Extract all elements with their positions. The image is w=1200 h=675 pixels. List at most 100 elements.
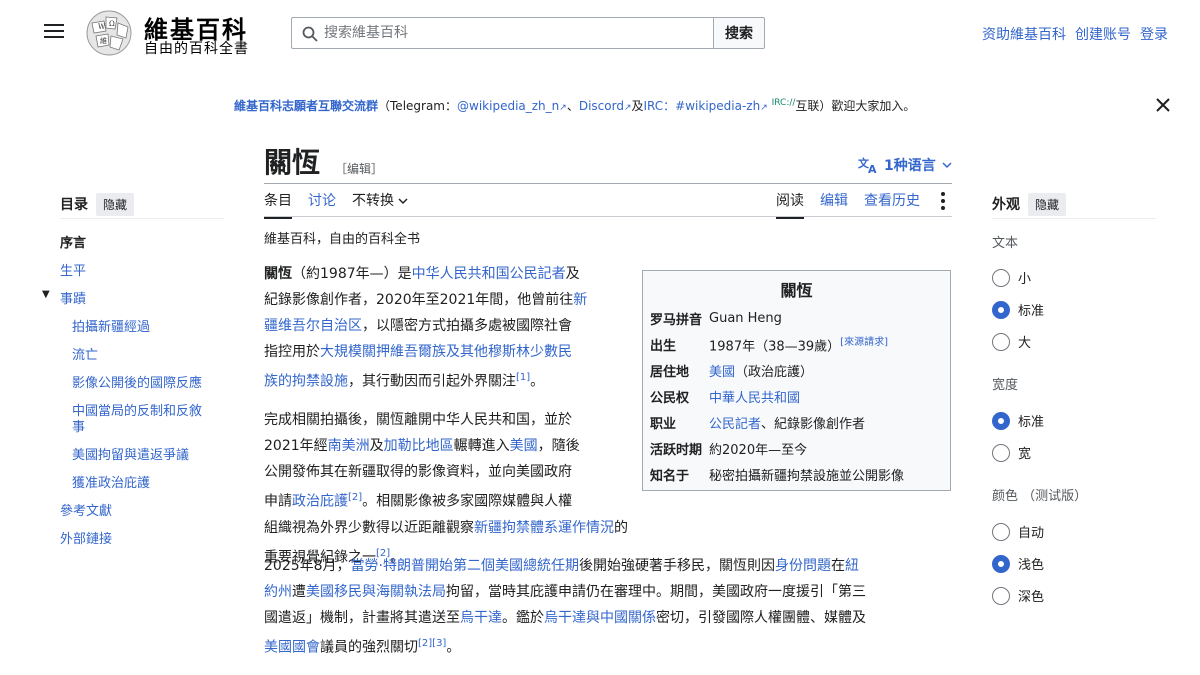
infobox-label: 公民权	[650, 390, 690, 406]
toc-item-filming[interactable]: 拍攝新疆經過	[72, 316, 150, 335]
personal-tools: 资助維基百科 创建账号 登录	[982, 24, 1168, 44]
color-dark-radio[interactable]: 深色	[992, 586, 1044, 605]
infobox-link[interactable]: 中華人民共和國	[709, 391, 800, 406]
article-link[interactable]: 南美洲	[328, 438, 370, 454]
tab-history[interactable]: 查看历史	[864, 190, 920, 219]
login-link[interactable]: 登录	[1140, 24, 1168, 44]
infobox-text: 約2020年—至今	[709, 442, 808, 458]
tab-read[interactable]: 阅读	[776, 190, 804, 219]
toc-item-exile[interactable]: 流亡	[72, 344, 98, 363]
article-link[interactable]: 政治庇護	[292, 494, 348, 510]
irc-label-link[interactable]: IRC：	[644, 99, 676, 113]
article-link[interactable]: 當勞·特朗普開始第二個美國總統任期	[351, 558, 579, 574]
article-link[interactable]: 中华人民共和国公民記者	[412, 266, 566, 282]
more-actions-icon[interactable]	[941, 192, 945, 210]
citation-link[interactable]: [2]	[348, 492, 362, 503]
article-link[interactable]: 新疆拘禁體系運作情況	[474, 520, 614, 536]
article-link[interactable]: 烏干達	[460, 610, 502, 626]
article-link[interactable]: 新	[573, 292, 587, 308]
toc-item-counter-cont[interactable]: 事	[72, 416, 85, 435]
body-text: （約1987年—）是	[292, 266, 412, 282]
article-link[interactable]: 加勒比地區	[384, 438, 454, 454]
paragraph-1: 關恆（約1987年—）是中华人民共和国公民記者及 紀錄影像創作者，2020年至20…	[264, 261, 634, 395]
width-standard-radio[interactable]: 标准	[992, 411, 1044, 430]
infobox-value: 公民記者、紀錄影像創作者	[709, 413, 950, 432]
toc-item-counter[interactable]: 中國當局的反制和反敘	[72, 400, 202, 419]
article-link[interactable]: 族的拘禁設施	[264, 374, 348, 390]
logo-tagline: 自由的百科全書	[144, 41, 249, 57]
radio-circle[interactable]	[992, 586, 1010, 605]
create-account-link[interactable]: 创建账号	[1075, 24, 1131, 44]
donate-link[interactable]: 资助維基百科	[982, 24, 1066, 44]
chevron-down-icon[interactable]: ▼	[42, 289, 50, 300]
radio-circle[interactable]	[992, 332, 1010, 351]
language-button[interactable]: 文A 1种语言	[858, 155, 952, 175]
text-size-large-radio[interactable]: 大	[992, 332, 1031, 351]
toc-hide-button[interactable]: 隐藏	[96, 193, 135, 216]
radio-label: 标准	[1018, 415, 1045, 430]
telegram-link[interactable]: @wikipedia_zh_n	[457, 99, 559, 113]
citation-needed-link[interactable]: [來源請求]	[840, 337, 888, 348]
search-input[interactable]	[324, 18, 704, 48]
infobox-link[interactable]: 美國	[709, 365, 735, 380]
article-link[interactable]: 烏干達與中國關係	[544, 610, 656, 626]
text-size-standard-radio[interactable]: 标准	[992, 300, 1044, 319]
article-link[interactable]: 紐	[845, 558, 859, 574]
radio-circle[interactable]	[992, 443, 1010, 462]
tab-talk[interactable]: 讨论	[308, 190, 336, 219]
color-auto-radio[interactable]: 自动	[992, 522, 1044, 541]
width-wide-radio[interactable]: 宽	[992, 443, 1031, 462]
variant-label: 不转换	[352, 193, 394, 209]
banner-group-link[interactable]: 維基百科志願者互聯交流群	[234, 99, 378, 113]
toc-item-events[interactable]: 事蹟	[60, 288, 86, 307]
radio-circle[interactable]	[992, 522, 1010, 541]
article-link[interactable]: 疆维吾尔自治区	[264, 318, 362, 334]
close-icon[interactable]	[1154, 96, 1172, 114]
radio-circle-selected[interactable]	[992, 411, 1010, 430]
main-menu-button[interactable]	[44, 24, 64, 40]
toc-item-reaction[interactable]: 影像公開後的國際反應	[72, 372, 202, 391]
tab-edit[interactable]: 编辑	[820, 190, 848, 219]
article-link[interactable]: 美國	[510, 438, 538, 454]
discord-link[interactable]: Discord	[579, 99, 624, 113]
appearance-hide-button[interactable]: 隐藏	[1028, 193, 1067, 216]
radio-label: 自动	[1018, 526, 1045, 541]
variant-dropdown[interactable]: 不转换	[352, 190, 408, 219]
infobox-row: 出生 1987年（38—39歲）[來源請求]	[643, 331, 950, 357]
toc-item-life[interactable]: 生平	[60, 260, 86, 279]
search-button[interactable]: 搜索	[713, 17, 765, 49]
body-text: 公開發佈其在新疆取得的影像資料，並向美國政府	[264, 464, 572, 480]
radio-label: 深色	[1018, 590, 1045, 605]
color-light-radio[interactable]: 浅色	[992, 554, 1044, 573]
tab-article[interactable]: 条目	[264, 190, 292, 219]
search-field[interactable]	[291, 17, 714, 49]
infobox-text: 1987年（38—39歲）	[709, 339, 841, 355]
radio-circle-selected[interactable]	[992, 300, 1010, 319]
article-link[interactable]: 美國移民與海關執法局	[306, 584, 446, 600]
body-text: 組織視為外界少數得以近距離觀察	[264, 519, 474, 536]
translate-icon: 文A	[858, 156, 877, 174]
toc-item-references[interactable]: 參考文獻	[60, 500, 112, 519]
text-size-small-radio[interactable]: 小	[992, 268, 1031, 287]
article-link[interactable]: 身份問題	[775, 558, 831, 574]
radio-circle[interactable]	[992, 268, 1010, 287]
infobox-value: 1987年（38—39歲）[來源請求]	[709, 333, 950, 354]
edit-title-link[interactable]: ［编辑］	[335, 160, 383, 177]
citation-link[interactable]: [1]	[516, 372, 530, 383]
wikipedia-globe-icon[interactable]: W Ω 維	[84, 9, 134, 57]
body-text: 議員的強烈關切	[320, 639, 418, 656]
irc-channel-link[interactable]: #wikipedia-zh	[675, 99, 760, 113]
toc-item-external-links[interactable]: 外部鏈接	[60, 528, 112, 547]
citation-link[interactable]: [2][3]	[418, 638, 446, 649]
toc-item-detention[interactable]: 美國拘留與遣返爭議	[72, 444, 189, 463]
article-link[interactable]: 大規模關押維吾爾族及其他穆斯林少數民	[320, 344, 572, 360]
toc-item-intro[interactable]: 序言	[60, 232, 86, 251]
toc-item-asylum[interactable]: 獲准政治庇護	[72, 472, 150, 491]
article-link[interactable]: 約州	[264, 584, 292, 600]
banner-sep: 、	[566, 99, 579, 113]
radio-circle-selected[interactable]	[992, 554, 1010, 573]
infobox-link[interactable]: 公民記者	[709, 417, 761, 432]
infobox-text: 秘密拍攝新疆拘禁設施並公開影像	[709, 468, 905, 484]
article-link[interactable]: 美國國會	[264, 640, 320, 656]
appearance-divider	[992, 218, 1156, 219]
